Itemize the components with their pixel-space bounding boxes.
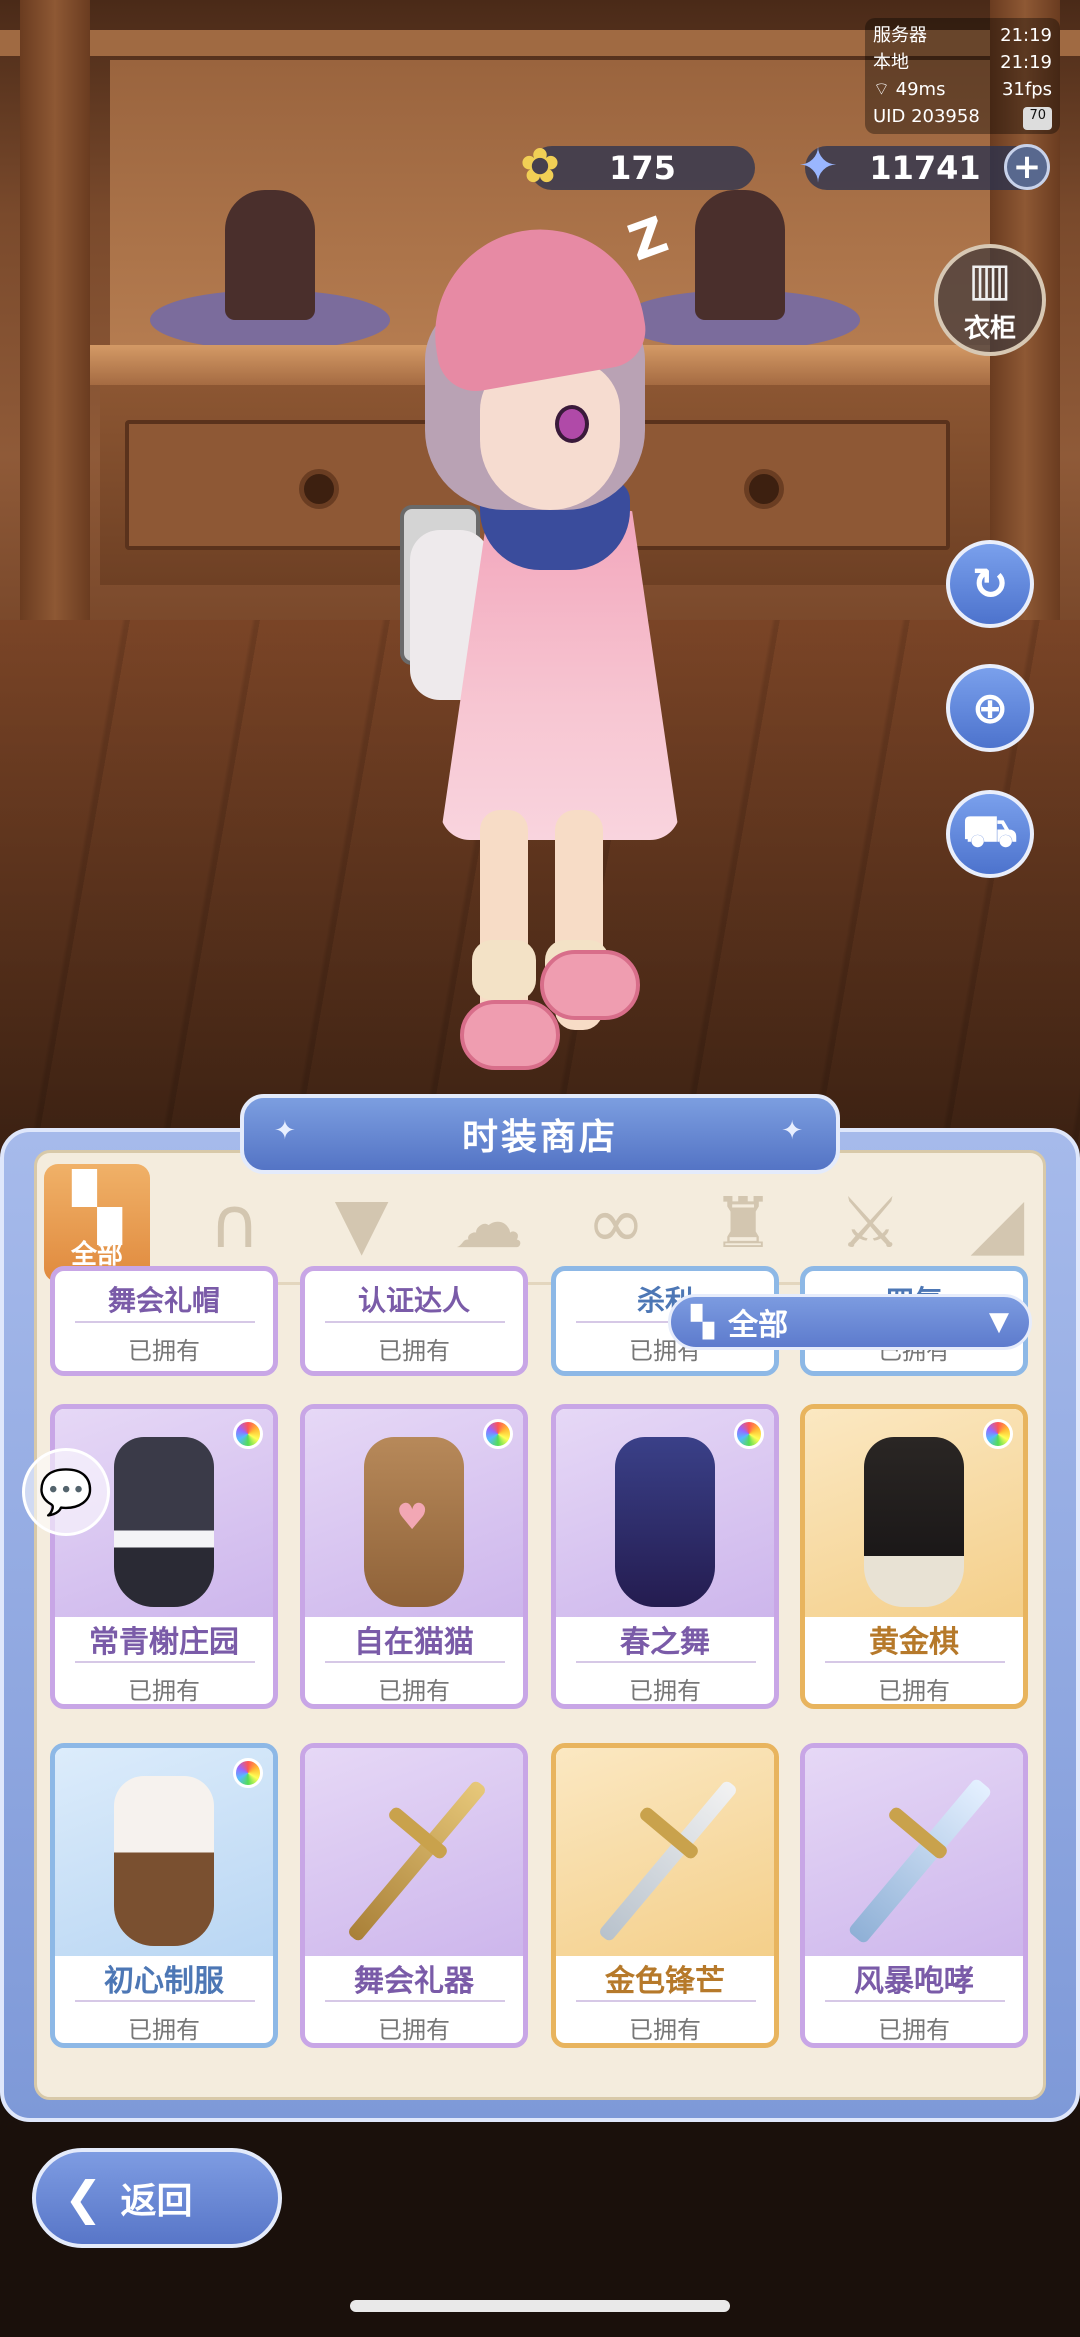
status-overlay: 服务器 21:19 本地 21:19 ⌔ 49ms 31fps UID 203958 7… — [865, 18, 1060, 134]
item-card[interactable]: 初心制服 已拥有 — [50, 1743, 278, 2048]
item-name: 春之舞 — [620, 1625, 710, 1660]
tab-hair[interactable]: ☁ — [446, 1168, 531, 1278]
item-status: 已拥有 — [128, 1337, 200, 1365]
item-status: 已拥有 — [629, 2016, 701, 2044]
dyeable-icon — [983, 1419, 1013, 1449]
dyeable-icon — [734, 1419, 764, 1449]
chat-bubble-icon: 💬 — [38, 1467, 94, 1518]
item-card[interactable]: 黄金棋 已拥有 — [800, 1404, 1028, 1709]
home-indicator[interactable] — [350, 2300, 730, 2312]
tab-face[interactable]: ▼ — [319, 1168, 404, 1278]
mask-icon: ▼ — [334, 1181, 389, 1264]
filter-dropdown[interactable]: ▚ 全部 ▼ — [668, 1294, 1032, 1350]
pillar-left — [20, 0, 90, 620]
battery-indicator: 70 — [1023, 107, 1052, 130]
dyeable-icon — [483, 1419, 513, 1449]
ping-readout: ⌔ 49ms — [873, 79, 946, 100]
wardrobe-button[interactable]: ▥ 衣柜 — [934, 244, 1046, 356]
eye-mask-icon: ∞ — [586, 1181, 646, 1264]
fps-readout: 31fps — [1001, 79, 1052, 100]
tab-all[interactable]: ▚ 全部 — [44, 1163, 150, 1282]
rotate-button[interactable]: ↻ — [946, 540, 1034, 628]
cat-ears-icon: ∩ — [208, 1181, 261, 1264]
item-name: 认证达人 — [357, 1284, 470, 1317]
item-status: 已拥有 — [128, 1677, 200, 1705]
item-status: 已拥有 — [128, 2016, 200, 2044]
player-character[interactable]: Z — [380, 206, 760, 1090]
item-name: 初心制服 — [104, 1964, 224, 1999]
item-card[interactable]: 春之舞 已拥有 — [551, 1404, 779, 1709]
dyeable-icon — [233, 1758, 263, 1788]
tab-headwear[interactable]: ∩ — [192, 1168, 277, 1278]
item-card[interactable]: 风暴咆哮 已拥有 — [800, 1743, 1028, 2048]
star-crystal-icon: ✦ — [797, 138, 839, 194]
tab-weapon[interactable]: ⚔ — [828, 1168, 913, 1278]
wardrobe-icon: ▥ — [968, 251, 1012, 306]
outfit-icon: ♜ — [711, 1181, 775, 1264]
item-name: 舞会礼帽 — [107, 1284, 220, 1317]
item-name: 风暴咆哮 — [854, 1964, 974, 1999]
sleep-zz-icon: Z — [621, 205, 676, 273]
item-name: 自在猫猫 — [354, 1625, 474, 1660]
sword-icon: ⚔ — [838, 1181, 902, 1264]
hair-icon: ☁ — [453, 1181, 524, 1264]
server-label: 服务器 — [873, 25, 927, 46]
shopping-cart-icon: ⛟ — [962, 805, 1018, 857]
witch-hat-left — [150, 190, 390, 350]
item-status: 已拥有 — [629, 1677, 701, 1705]
tab-outfit[interactable]: ♜ — [701, 1168, 786, 1278]
wifi-icon: ⌔ — [873, 79, 896, 100]
item-name: 黄金棋 — [869, 1625, 959, 1660]
item-name: 常青榭庄园 — [89, 1625, 239, 1660]
tab-eyewear[interactable]: ∞ — [573, 1168, 658, 1278]
shop-cart-button[interactable]: ⛟ — [946, 790, 1034, 878]
item-status: 已拥有 — [378, 1677, 450, 1705]
chat-button[interactable]: 💬 — [22, 1448, 110, 1536]
flower-coin-icon: ✿ — [519, 138, 561, 194]
item-card[interactable]: 舞会礼器 已拥有 — [300, 1743, 528, 2048]
star-currency-value: 11741 — [869, 149, 981, 187]
back-arrow-icon: ❮ — [64, 2171, 103, 2225]
item-card[interactable]: 金色锋芒 已拥有 — [551, 1743, 779, 2048]
back-label: 返回 — [120, 2181, 193, 2222]
filter-label: 全部 — [728, 1308, 789, 1343]
plus-icon: + — [1012, 147, 1042, 187]
local-label: 本地 — [873, 52, 909, 73]
rotate-icon: ↻ — [971, 558, 1009, 610]
add-currency-button[interactable]: + — [1004, 144, 1050, 190]
zoom-in-icon: ⊕ — [971, 682, 1009, 734]
tab-wings[interactable]: ◢ — [955, 1168, 1040, 1278]
wardrobe-label: 衣柜 — [963, 313, 1016, 344]
item-name: 舞会礼器 — [354, 1964, 474, 1999]
item-card[interactable]: 常青榭庄园 已拥有 — [50, 1404, 278, 1709]
item-status: 已拥有 — [878, 2016, 950, 2044]
item-card[interactable]: 认证达人 已拥有 — [300, 1266, 528, 1376]
item-status: 已拥有 — [378, 2016, 450, 2044]
zoom-button[interactable]: ⊕ — [946, 664, 1034, 752]
item-name: 金色锋芒 — [605, 1964, 725, 1999]
wing-icon: ◢ — [970, 1181, 1025, 1264]
item-card[interactable]: 自在猫猫 已拥有 — [300, 1404, 528, 1709]
local-time: 21:19 — [1000, 52, 1052, 73]
tab-all-label: 全部 — [70, 1239, 123, 1270]
dropdown-arrow-icon: ▼ — [989, 1307, 1009, 1337]
item-card[interactable]: 舞会礼帽 已拥有 — [50, 1266, 278, 1376]
grid-icon: ▚ — [691, 1304, 715, 1340]
back-button[interactable]: ❮ 返回 — [32, 2148, 282, 2248]
gold-currency-value: 175 — [609, 149, 676, 187]
uid-label: UID 203958 — [873, 106, 980, 127]
item-status: 已拥有 — [878, 1677, 950, 1705]
dyeable-icon — [233, 1419, 263, 1449]
server-time: 21:19 — [1000, 25, 1052, 46]
grid-icon: ▚ — [72, 1170, 122, 1245]
item-status: 已拥有 — [378, 1337, 450, 1365]
